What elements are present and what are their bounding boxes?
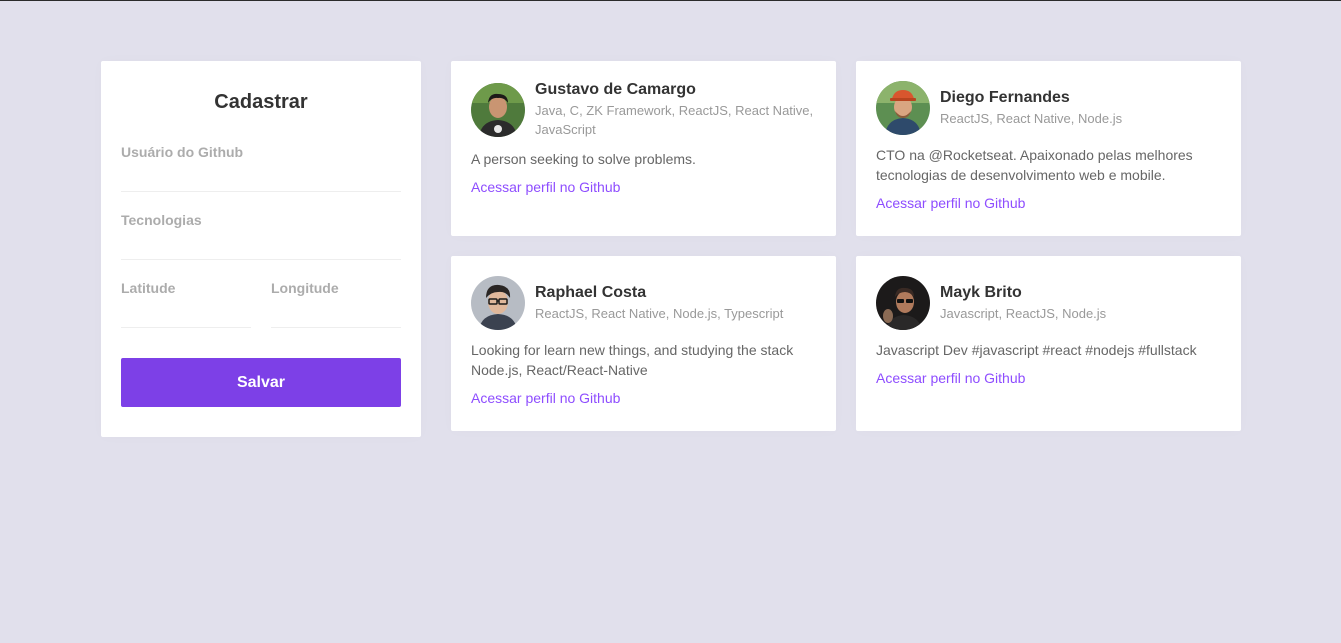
dev-techs: ReactJS, React Native, Node.js, Typescri… — [535, 305, 784, 321]
github-profile-link[interactable]: Acessar perfil no Github — [471, 179, 620, 195]
longitude-input[interactable] — [271, 296, 401, 328]
dev-name: Mayk Brito — [940, 283, 1022, 301]
github-profile-link[interactable]: Acessar perfil no Github — [876, 370, 1025, 386]
dev-bio: A person seeking to solve problems. — [471, 151, 696, 167]
dev-name: Raphael Costa — [535, 283, 647, 301]
github-username-input[interactable] — [121, 160, 401, 192]
user-info: Mayk Brito Javascript, ReactJS, Node.js — [940, 284, 1106, 323]
longitude-label: Longitude — [271, 280, 339, 296]
dev-name: Diego Fernandes — [940, 88, 1070, 106]
dev-bio: CTO na @Rocketseat. Apaixonado pelas mel… — [876, 147, 1193, 183]
longitude-block: Longitude — [271, 280, 401, 328]
dev-list: Gustavo de Camargo Java, C, ZK Framework… — [451, 61, 1241, 431]
dev-techs: Java, C, ZK Framework, ReactJS, React Na… — [535, 103, 814, 137]
dev-card: Diego Fernandes ReactJS, React Native, N… — [856, 61, 1241, 236]
register-title: Cadastrar — [214, 91, 308, 113]
user-info: Diego Fernandes ReactJS, React Native, N… — [940, 89, 1122, 128]
techs-label: Tecnologias — [121, 212, 202, 228]
github-profile-link[interactable]: Acessar perfil no Github — [876, 195, 1025, 211]
techs-block: Tecnologias — [121, 212, 401, 260]
register-form: Usuário do Github Tecnologias Latitude L… — [121, 144, 401, 407]
register-panel: Cadastrar Usuário do Github Tecnologias … — [101, 61, 421, 437]
dev-card-header: Diego Fernandes ReactJS, React Native, N… — [876, 81, 1221, 135]
dev-card: Gustavo de Camargo Java, C, ZK Framework… — [451, 61, 836, 236]
dev-card-header: Mayk Brito Javascript, ReactJS, Node.js — [876, 276, 1221, 330]
dev-card-header: Gustavo de Camargo Java, C, ZK Framework… — [471, 81, 816, 139]
techs-input[interactable] — [121, 228, 401, 260]
github-username-label: Usuário do Github — [121, 144, 244, 160]
latitude-label: Latitude — [121, 280, 176, 296]
dev-techs: ReactJS, React Native, Node.js — [940, 110, 1123, 126]
dev-card: Mayk Brito Javascript, ReactJS, Node.js … — [856, 256, 1241, 431]
avatar — [471, 83, 525, 137]
latitude-block: Latitude — [121, 280, 251, 328]
user-info: Gustavo de Camargo Java, C, ZK Framework… — [535, 81, 816, 139]
avatar — [471, 276, 525, 330]
avatar — [876, 276, 930, 330]
dev-card-header: Raphael Costa ReactJS, React Native, Nod… — [471, 276, 816, 330]
latitude-input[interactable] — [121, 296, 251, 328]
coordinates-group: Latitude Longitude — [121, 280, 401, 328]
save-button[interactable]: Salvar — [121, 358, 401, 407]
github-profile-link[interactable]: Acessar perfil no Github — [471, 390, 620, 406]
user-info: Raphael Costa ReactJS, React Native, Nod… — [535, 284, 783, 323]
dev-techs: Javascript, ReactJS, Node.js — [940, 305, 1107, 321]
dev-bio: Javascript Dev #javascript #react #nodej… — [876, 342, 1197, 358]
dev-bio: Looking for learn new things, and studyi… — [471, 342, 794, 378]
dev-card: Raphael Costa ReactJS, React Native, Nod… — [451, 256, 836, 431]
avatar — [876, 81, 930, 135]
github-username-block: Usuário do Github — [121, 144, 401, 192]
dev-name: Gustavo de Camargo — [535, 81, 696, 98]
app-container: Cadastrar Usuário do Github Tecnologias … — [101, 61, 1241, 437]
dev-list-area: Gustavo de Camargo Java, C, ZK Framework… — [451, 61, 1241, 431]
